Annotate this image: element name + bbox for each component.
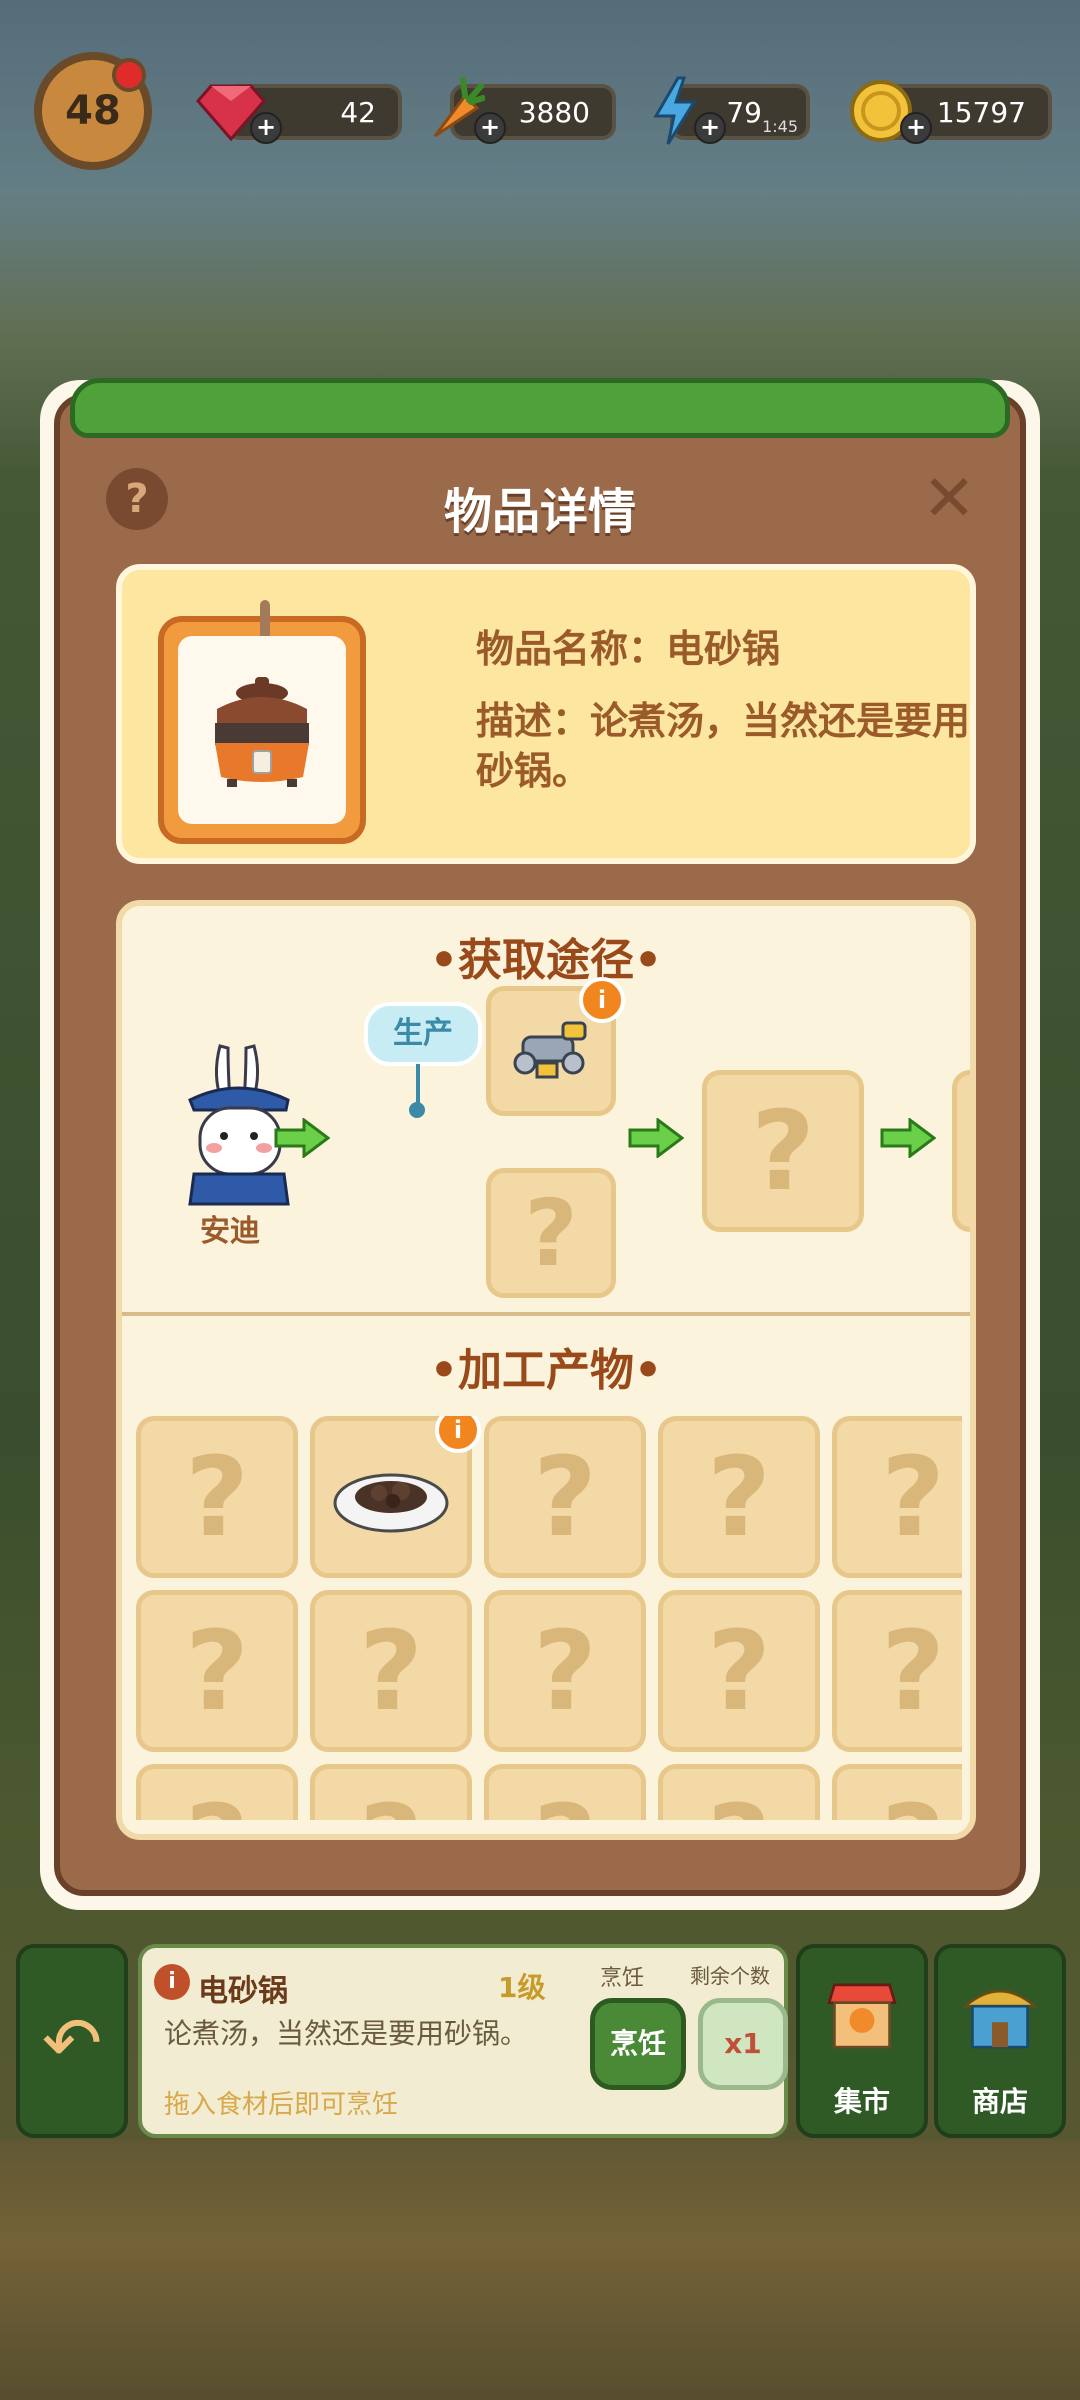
product-slot-unknown[interactable]: ?	[310, 1590, 472, 1752]
shop-icon	[960, 1966, 1040, 2066]
add-gems-icon[interactable]: +	[250, 112, 282, 144]
remaining-count[interactable]: x1	[698, 1998, 788, 2090]
remaining-label: 剩余个数	[690, 1964, 770, 1988]
unknown-mark: ?	[881, 1781, 945, 1820]
produce-tag: 生产	[364, 1002, 482, 1066]
machine-icon	[513, 1021, 587, 1079]
product-slot-unknown[interactable]: ?	[658, 1590, 820, 1752]
gems-value: 42	[340, 95, 376, 129]
add-carrots-icon[interactable]: +	[474, 112, 506, 144]
selected-item-panel: i 电砂锅 1级 论煮汤，当然还是要用砂锅。 拖入食材后即可烹饪 烹饪 剩余个数…	[138, 1944, 788, 2138]
arrow-icon	[274, 1118, 330, 1158]
product-slot-unknown[interactable]: ?	[136, 1416, 298, 1578]
unknown-mark: ?	[524, 1179, 578, 1287]
bottom-panel: ↶ i 电砂锅 1级 论煮汤，当然还是要用砂锅。 拖入食材后即可烹饪 烹饪 剩余…	[16, 1944, 1066, 2138]
unknown-mark: ?	[533, 1607, 597, 1735]
popup-title: 物品详情	[443, 484, 636, 540]
add-coins-icon[interactable]: +	[900, 112, 932, 144]
item-detail-popup: ? ✕ 物品详情 物品名称：电砂锅 描述：论煮汤，当然还是要用砂锅。 •获取途径…	[40, 378, 1040, 1910]
product-slot-unknown[interactable]: ?	[832, 1764, 962, 1820]
arrow-icon	[628, 1118, 684, 1158]
top-bar: 48 + 42 + 3880 + 79 1:45 + 15797	[30, 40, 1052, 190]
selected-item-desc: 论煮汤，当然还是要用砂锅。	[164, 2017, 529, 2050]
selected-item-name: 电砂锅	[198, 1974, 288, 2009]
unknown-mark: ?	[359, 1781, 423, 1820]
unknown-mark: ?	[185, 1433, 249, 1561]
item-tag	[158, 600, 366, 844]
energy-timer: 1:45	[762, 117, 798, 136]
product-slot-unknown[interactable]: ?	[832, 1590, 962, 1752]
unknown-mark: ?	[751, 1087, 815, 1215]
item-info-text: 物品名称：电砂锅 描述：论煮汤，当然还是要用砂锅。	[476, 624, 976, 818]
info-icon[interactable]: i	[154, 1964, 190, 2000]
product-slot-unknown[interactable]: ?	[484, 1590, 646, 1752]
unknown-mark: ?	[707, 1781, 771, 1820]
info-badge-icon[interactable]: i	[579, 977, 625, 1023]
market-button[interactable]: 集市	[796, 1944, 928, 2138]
unknown-mark: ?	[359, 1607, 423, 1735]
shop-button[interactable]: 商店	[934, 1944, 1066, 2138]
product-slot-unknown[interactable]: ?	[136, 1764, 298, 1820]
product-slot-unknown[interactable]: ?	[310, 1764, 472, 1820]
selected-item-level: 1级	[498, 1971, 546, 2004]
popup-frame: ? ✕ 物品详情 物品名称：电砂锅 描述：论煮汤，当然还是要用砂锅。 •获取途径…	[54, 378, 1026, 1896]
gems-counter[interactable]: + 42	[196, 84, 402, 144]
products-grid: ? i?????????????	[136, 1416, 962, 1820]
unknown-mark: ?	[185, 1607, 249, 1735]
product-slot-unknown[interactable]: ?	[658, 1764, 820, 1820]
coins-value: 15797	[936, 95, 1026, 129]
market-label: 集市	[833, 2085, 890, 2118]
back-arrow-icon[interactable]: ↶	[16, 1944, 128, 2138]
produce-connector-dot	[409, 1102, 425, 1118]
obtain-section: •获取途径• 安迪 生产 i ? ? •加工产物• ? i ? ? ? ? ? …	[116, 900, 976, 1840]
product-slot-unknown[interactable]: ?	[832, 1416, 962, 1578]
section-divider	[122, 1312, 970, 1316]
selected-item-hint: 拖入食材后即可烹饪	[164, 2090, 399, 2120]
player-level-badge[interactable]: 48	[34, 52, 152, 170]
item-name-line: 物品名称：电砂锅	[476, 627, 781, 671]
grass-trim	[70, 378, 1010, 438]
player-level: 48	[65, 88, 121, 134]
obtain-title: •获取途径•	[429, 935, 663, 986]
carrots-value: 3880	[518, 95, 590, 129]
character-name: 安迪	[200, 1214, 260, 1249]
product-slot-unknown[interactable]: ?	[658, 1416, 820, 1578]
energy-value: 79	[726, 95, 762, 129]
unknown-mark: ?	[185, 1781, 249, 1820]
unknown-mark: ?	[707, 1607, 771, 1735]
product-slot-unknown[interactable]: ?	[484, 1416, 646, 1578]
unknown-mark: ?	[533, 1781, 597, 1820]
unknown-mark: ?	[881, 1433, 945, 1561]
unknown-mark: ?	[533, 1433, 597, 1561]
unknown-mark: ?	[881, 1607, 945, 1735]
market-stall-icon	[822, 1966, 902, 2066]
chain-slot-unknown[interactable]: ?	[702, 1070, 864, 1232]
energy-counter[interactable]: + 79 1:45	[653, 76, 810, 145]
item-info-card: 物品名称：电砂锅 描述：论煮汤，当然还是要用砂锅。	[116, 564, 976, 864]
product-slot-unknown[interactable]: ?	[484, 1764, 646, 1820]
carrots-counter[interactable]: + 3880	[433, 77, 616, 144]
clay-pot-icon	[178, 636, 346, 824]
product-slot-known[interactable]: i	[310, 1416, 481, 1578]
cook-button[interactable]: 烹饪	[590, 1998, 686, 2090]
source-slot-unknown[interactable]: ?	[486, 1168, 616, 1298]
info-badge-icon[interactable]: i	[435, 1416, 481, 1453]
cook-label: 烹饪	[600, 1966, 645, 1991]
notification-dot	[112, 58, 146, 92]
shop-label: 商店	[971, 2085, 1028, 2118]
chain-slot-next[interactable]	[952, 1070, 970, 1232]
product-slot-unknown[interactable]: ?	[136, 1590, 298, 1752]
stew-dish-icon	[333, 1473, 449, 1533]
produce-connector	[416, 1064, 420, 1104]
source-slot-known[interactable]: i	[486, 977, 625, 1116]
coins-counter[interactable]: + 15797	[850, 80, 1052, 144]
arrow-icon	[880, 1118, 936, 1158]
products-title: •加工产物•	[429, 1345, 663, 1396]
unknown-mark: ?	[707, 1433, 771, 1561]
item-desc-line: 描述：论煮汤，当然还是要用砂锅。	[476, 699, 971, 793]
add-energy-icon[interactable]: +	[694, 112, 726, 144]
